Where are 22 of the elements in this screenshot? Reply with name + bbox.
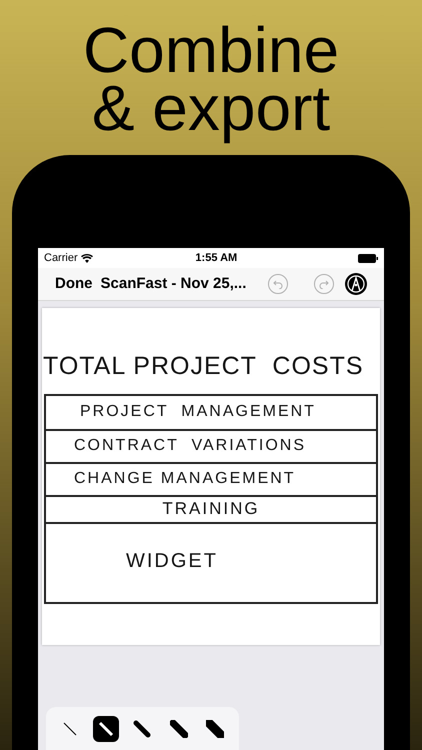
pen-stroke-icon <box>97 720 116 738</box>
table-row-label: WIDGET <box>126 548 218 574</box>
battery-icon <box>358 254 378 262</box>
pen-size-button[interactable] <box>93 716 120 742</box>
table-row-label: CHANGE MANAGEMENT <box>74 469 296 489</box>
redo-icon <box>319 279 330 289</box>
carrier-label: Carrier <box>44 250 78 266</box>
document-title: ScanFast - Nov 25,... <box>100 274 246 294</box>
done-button[interactable]: Done <box>55 272 92 296</box>
table-row-label: PROJECT MANAGEMENT <box>80 402 316 422</box>
pen-tip-icon <box>347 275 365 293</box>
undo-icon <box>273 279 284 289</box>
wifi-icon <box>80 254 93 262</box>
pen-stroke-icon <box>170 720 188 738</box>
clock-label: 1:55 AM <box>194 250 238 266</box>
table-row-label: TRAINING <box>162 498 260 520</box>
table-row-label: CONTRACT VARIATIONS <box>74 436 306 456</box>
markup-button[interactable] <box>345 273 367 295</box>
pen-stroke-icon <box>206 720 224 738</box>
page-heading: TOTAL PROJECT COSTS <box>42 351 365 382</box>
pen-stroke-icon <box>133 720 152 738</box>
headline: Combine <box>82 16 340 82</box>
